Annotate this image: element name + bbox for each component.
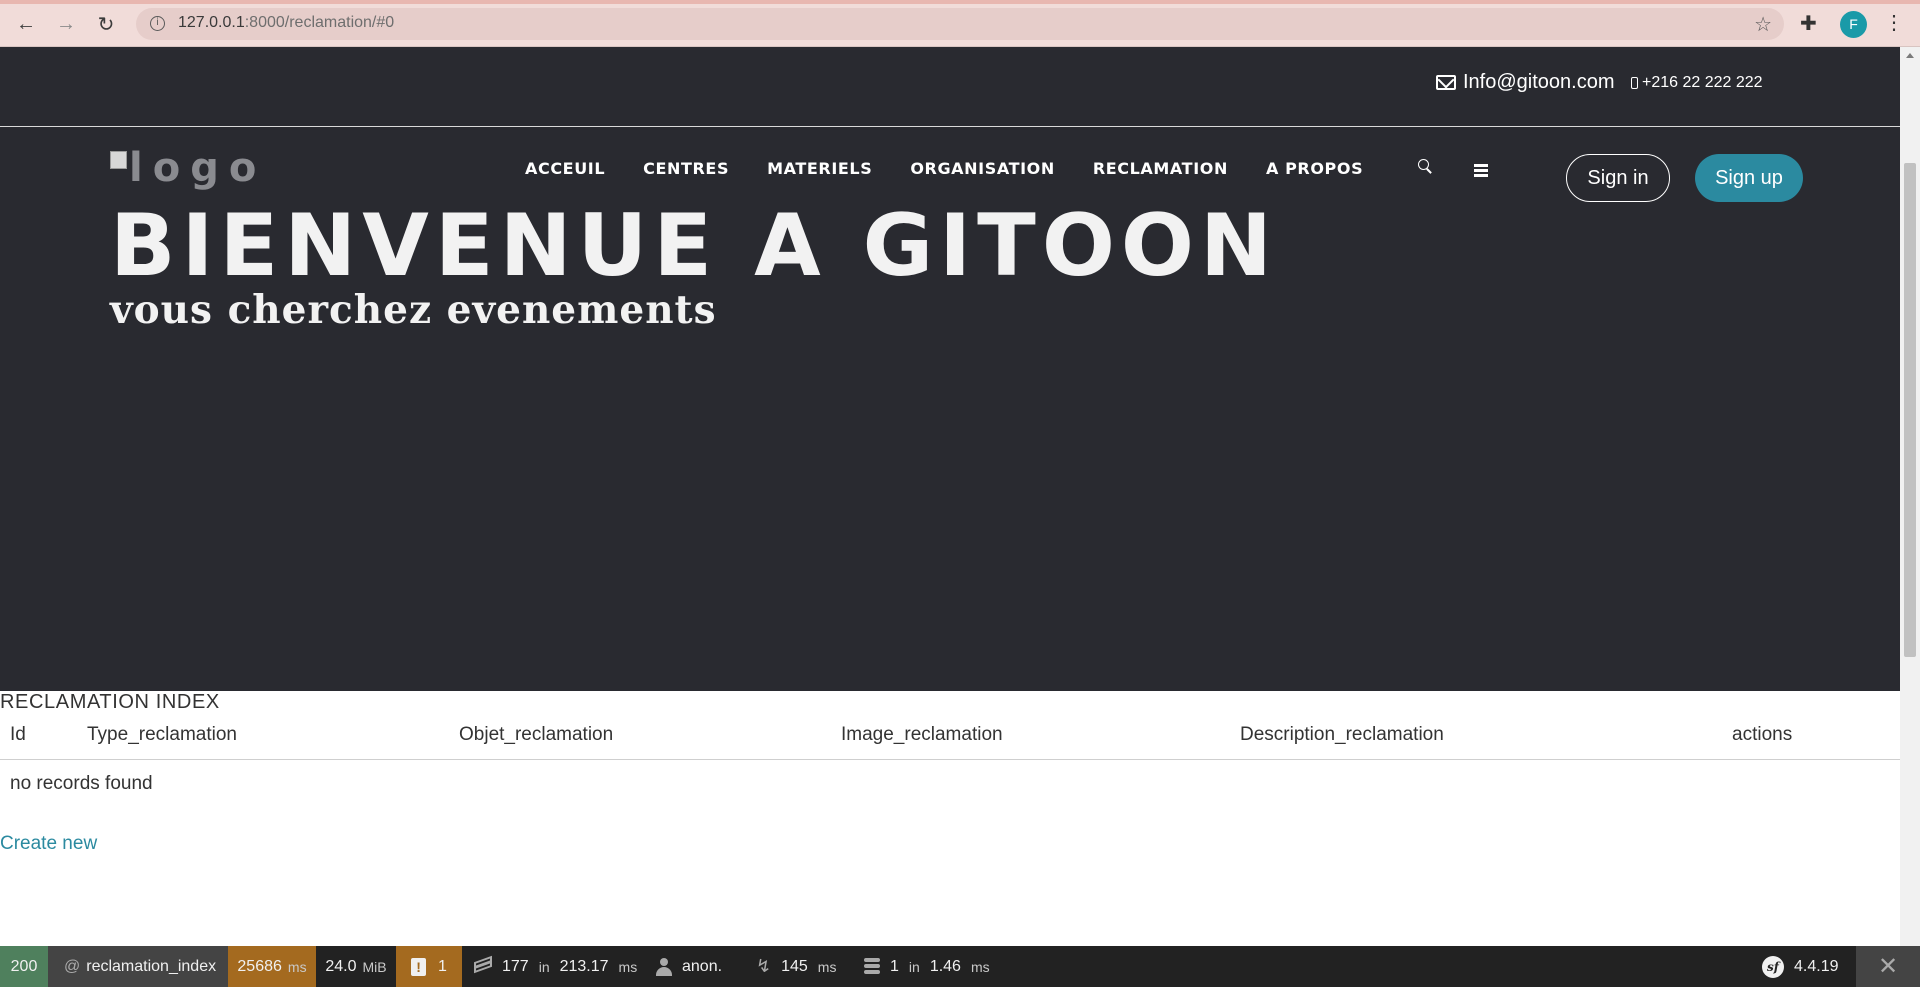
address-bar[interactable]: i 127.0.0.1:8000/reclamation/#0 ☆ [136,8,1784,40]
user-panel[interactable]: anon. [656,946,722,987]
hero-subtitle: vous cherchez evenements [110,287,717,333]
perf-time: 145 [781,957,808,975]
main-nav: ACCEUIL CENTRES MATERIELS ORGANISATION R… [525,159,1363,178]
symfony-version: 4.4.19 [1794,957,1839,975]
db-unit: ms [970,958,990,975]
browser-chrome: ← → ↻ i 127.0.0.1:8000/reclamation/#0 ☆ … [0,0,1920,47]
nav-item-materiels[interactable]: MATERIELS [767,159,872,178]
table-header-row: Id Type_reclamation Objet_reclamation Im… [0,712,1900,760]
database-panel[interactable]: 1 in 1.46 ms [864,946,990,987]
logo-alt-text: logo [129,145,267,191]
profile-avatar[interactable]: F [1840,11,1867,38]
warning-icon: ! [411,957,427,976]
contact-email-text: Info@gitoon.com [1463,71,1615,93]
nav-item-a-propos[interactable]: A PROPOS [1266,159,1363,178]
back-icon[interactable]: ← [12,10,40,38]
request-time-unit: ms [287,958,307,975]
mail-icon [1436,75,1456,90]
request-time-panel[interactable]: 25686 ms [228,946,316,987]
create-new-link[interactable]: Create new [0,833,97,855]
performance-panel[interactable]: ↯ 145 ms [756,946,836,987]
twig-time: 213.17 [559,957,609,975]
url-host: 127.0.0.1 [178,14,245,31]
perf-unit: ms [817,958,837,975]
scroll-up-arrow-icon[interactable] [1906,53,1914,58]
forward-icon[interactable]: → [52,10,80,38]
symfony-logo-icon: sf [1762,955,1784,978]
twig-unit: ms [618,958,638,975]
debug-toolbar: 200 @ reclamation_index 25686 ms 24.0 MiB !… [0,946,1920,987]
user-icon [656,957,672,976]
memory-value: 24.0 [325,957,357,975]
column-header-type: Type_reclamation [87,724,237,745]
search-icon[interactable] [1418,159,1432,173]
extensions-icon[interactable]: ✚ [1800,11,1817,36]
url-text[interactable]: 127.0.0.1:8000/reclamation/#0 [178,14,394,32]
site-logo[interactable]: logo [110,145,266,191]
db-time: 1.46 [929,957,961,975]
page-title: RECLAMATION INDEX [0,691,220,713]
nav-item-centres[interactable]: CENTRES [643,159,729,178]
status-code-badge[interactable]: 200 [0,946,48,987]
symfony-version-panel[interactable]: sf 4.4.19 [1762,946,1838,987]
db-in: in [908,958,920,975]
column-header-objet: Objet_reclamation [459,724,614,745]
topbar-divider [0,126,1900,127]
contact-phone-text: +216 22 222 222 [1642,74,1763,91]
user-name: anon. [682,957,723,975]
layers-icon [474,955,492,975]
broken-image-icon [110,151,127,169]
hamburger-menu-icon[interactable] [1474,164,1488,177]
page-scrollbar[interactable] [1900,47,1920,946]
contact-phone: +216 22 222 222 [1631,74,1763,92]
close-toolbar-icon[interactable]: ✕ [1856,946,1920,987]
bookmark-star-icon[interactable]: ☆ [1754,12,1772,37]
scrollbar-thumb[interactable] [1904,163,1916,657]
db-count: 1 [890,957,899,975]
nav-item-reclamation[interactable]: RECLAMATION [1093,159,1228,178]
url-path: :8000/reclamation/#0 [244,14,395,31]
site-info-icon[interactable]: i [150,16,165,31]
request-time-value: 25686 [237,957,282,975]
twig-count: 177 [502,957,529,975]
column-header-image: Image_reclamation [841,724,1003,745]
route-at-symbol: @ [64,957,81,975]
nav-item-acceuil[interactable]: ACCEUIL [525,159,605,178]
empty-table-message: no records found [10,773,153,794]
site-header: Info@gitoon.com +216 22 222 222 logo ACC… [0,47,1900,691]
contact-email[interactable]: Info@gitoon.com [1436,71,1615,94]
warnings-panel[interactable]: ! 1 [396,946,462,987]
browser-menu-icon[interactable]: ⋮ [1884,10,1904,35]
database-icon [864,957,880,976]
warnings-count: 1 [438,957,447,975]
hero-title: BIENVENUE A GITOON [110,196,1279,296]
chrome-stripe [0,0,1920,4]
reload-icon[interactable]: ↻ [92,10,120,38]
nav-item-organisation[interactable]: ORGANISATION [910,159,1055,178]
phone-icon [1631,77,1638,89]
sign-in-button[interactable]: Sign in [1566,154,1670,202]
column-header-actions: actions [1732,724,1793,745]
grass-icon: ↯ [756,956,772,976]
column-header-id: Id [10,724,26,745]
route-name: reclamation_index [86,957,217,975]
column-header-description: Description_reclamation [1240,724,1444,745]
twig-in: in [538,958,550,975]
memory-panel[interactable]: 24.0 MiB [316,946,396,987]
route-panel[interactable]: @ reclamation_index [48,946,228,987]
sign-up-button[interactable]: Sign up [1695,154,1803,202]
memory-unit: MiB [362,958,387,975]
twig-panel[interactable]: 177 in 213.17 ms [474,946,637,987]
